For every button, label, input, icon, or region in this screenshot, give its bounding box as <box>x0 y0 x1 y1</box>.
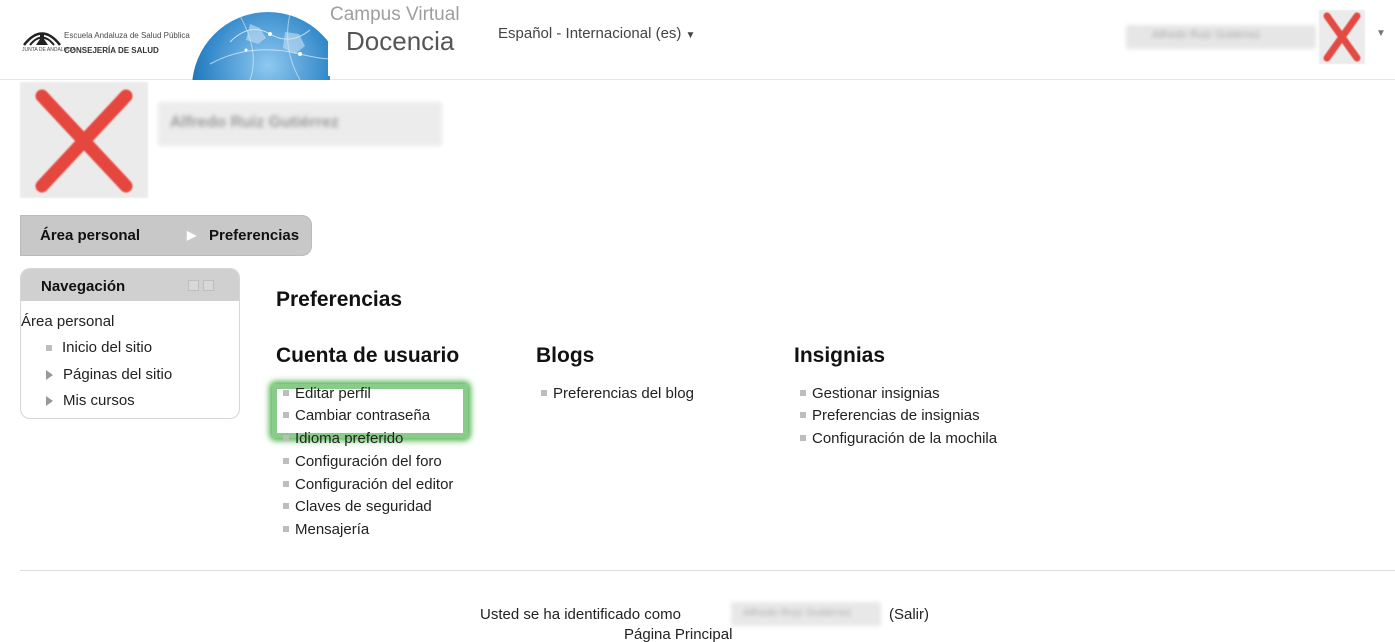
breadcrumb-separator-icon: ▶ <box>187 228 197 242</box>
bullet-icon <box>283 503 289 510</box>
nav-item-paginas-del-sitio[interactable]: Páginas del sitio <box>46 366 172 383</box>
profile-name: Alfredo Ruiz Gutiérrez <box>170 114 339 131</box>
collapse-block-icon[interactable] <box>203 280 214 291</box>
site-header: Escuela Andaluza de Salud Pública JUNTA … <box>0 0 1395 80</box>
expand-triangle-icon <box>46 396 53 407</box>
profile-name-blurred: Alfredo Ruiz Gutiérrez <box>158 102 442 146</box>
bullet-icon <box>283 435 289 442</box>
profile-avatar <box>20 82 148 198</box>
page-title: Preferencias <box>276 288 403 311</box>
home-page-link[interactable]: Página Principal <box>624 626 732 642</box>
link-editar-perfil[interactable]: Editar perfil <box>283 385 371 402</box>
user-menu[interactable]: Alfredo Ruiz Gutiérrez ▼ <box>1126 10 1391 64</box>
expand-triangle-icon <box>46 370 53 381</box>
bullet-icon <box>800 412 806 419</box>
link-label: Preferencias de insignias <box>812 407 980 424</box>
link-configuracion-de-la-mochila[interactable]: Configuración de la mochila <box>800 430 997 447</box>
breadcrumb: Área personal ▶ Preferencias <box>20 215 312 256</box>
link-label: Configuración del editor <box>295 476 454 493</box>
user-caret-down-icon[interactable]: ▼ <box>1376 28 1386 39</box>
eass-logo[interactable]: Escuela Andaluza de Salud Pública JUNTA … <box>22 26 212 66</box>
bullet-icon <box>283 412 289 419</box>
nav-item-area-personal[interactable]: Área personal <box>21 313 114 330</box>
link-preferencias-de-insignias[interactable]: Preferencias de insignias <box>800 407 980 424</box>
logo-line-3: CONSEJERÍA DE SALUD <box>64 46 159 55</box>
globe-image <box>190 2 330 80</box>
navigation-block-header: Navegación <box>21 269 239 301</box>
bullet-icon <box>283 458 289 465</box>
breadcrumb-item-preferencias[interactable]: Preferencias <box>209 227 299 244</box>
user-avatar[interactable] <box>1319 10 1365 64</box>
campus-subtitle-text: Docencia <box>346 26 455 56</box>
link-mensajeria[interactable]: Mensajería <box>283 521 369 538</box>
nav-item-label: Inicio del sitio <box>62 339 153 356</box>
link-label: Gestionar insignias <box>812 385 940 402</box>
language-menu[interactable]: Español - Internacional (es) ▼ <box>498 25 695 42</box>
bullet-icon <box>541 390 547 397</box>
link-configuracion-del-foro[interactable]: Configuración del foro <box>283 453 442 470</box>
link-label: Configuración del foro <box>295 453 442 470</box>
bullet-icon <box>800 390 806 397</box>
navigation-block: Navegación Área personal Inicio del siti… <box>20 268 240 419</box>
link-label: Editar perfil <box>295 385 371 402</box>
nav-item-label: Mis cursos <box>63 392 135 409</box>
dock-block-icon[interactable] <box>188 280 199 291</box>
campus-title-text: Campus Virtual <box>330 4 460 25</box>
campus-title[interactable]: Campus Virtual Docencia <box>328 0 470 76</box>
footer-logged-in-text: Usted se ha identificado como <box>480 606 681 623</box>
link-idioma-preferido[interactable]: Idioma preferido <box>283 430 403 447</box>
footer-user-name-blurred[interactable]: Alfredo Ruiz Gutiérrez <box>731 602 881 626</box>
link-configuracion-del-editor[interactable]: Configuración del editor <box>283 476 453 493</box>
bullet-icon <box>800 435 806 442</box>
logo-line-1: Escuela Andaluza de Salud Pública <box>64 31 190 40</box>
link-label: Cambiar contraseña <box>295 407 431 424</box>
bullet-icon <box>283 481 289 488</box>
footer-user-name: Alfredo Ruiz Gutiérrez <box>743 607 852 619</box>
nav-item-label: Páginas del sitio <box>63 366 173 383</box>
link-label: Claves de seguridad <box>295 498 432 515</box>
user-name-text: Alfredo Ruiz Gutiérrez <box>1152 29 1261 41</box>
section-heading-insignias: Insignias <box>794 344 886 367</box>
caret-down-icon: ▼ <box>685 30 696 41</box>
breadcrumb-item-area-personal[interactable]: Área personal <box>40 227 140 244</box>
broken-image-x-icon <box>1323 12 1361 62</box>
logout-link[interactable]: (Salir) <box>889 606 929 623</box>
link-label: Mensajería <box>295 521 370 538</box>
arch-logo-icon <box>23 32 61 46</box>
footer-divider <box>20 570 1395 571</box>
link-preferencias-del-blog[interactable]: Preferencias del blog <box>541 385 694 402</box>
link-label: Preferencias del blog <box>553 385 694 402</box>
section-heading-blogs: Blogs <box>536 344 595 367</box>
link-claves-de-seguridad[interactable]: Claves de seguridad <box>283 498 432 515</box>
broken-image-x-icon <box>35 89 133 193</box>
section-heading-cuenta-de-usuario: Cuenta de usuario <box>276 344 460 367</box>
link-cambiar-contrasena[interactable]: Cambiar contraseña <box>283 407 430 424</box>
link-label: Configuración de la mochila <box>812 430 998 447</box>
navigation-title: Navegación <box>41 278 126 295</box>
bullet-icon <box>283 526 289 533</box>
bullet-icon <box>46 345 52 352</box>
link-gestionar-insignias[interactable]: Gestionar insignias <box>800 385 940 402</box>
bullet-icon <box>283 390 289 397</box>
link-label: Idioma preferido <box>295 430 404 447</box>
language-label: Español - Internacional (es) <box>498 25 682 42</box>
user-name-blurred: Alfredo Ruiz Gutiérrez <box>1126 25 1316 49</box>
nav-item-inicio-del-sitio[interactable]: Inicio del sitio <box>46 339 152 356</box>
nav-item-mis-cursos[interactable]: Mis cursos <box>46 392 135 409</box>
